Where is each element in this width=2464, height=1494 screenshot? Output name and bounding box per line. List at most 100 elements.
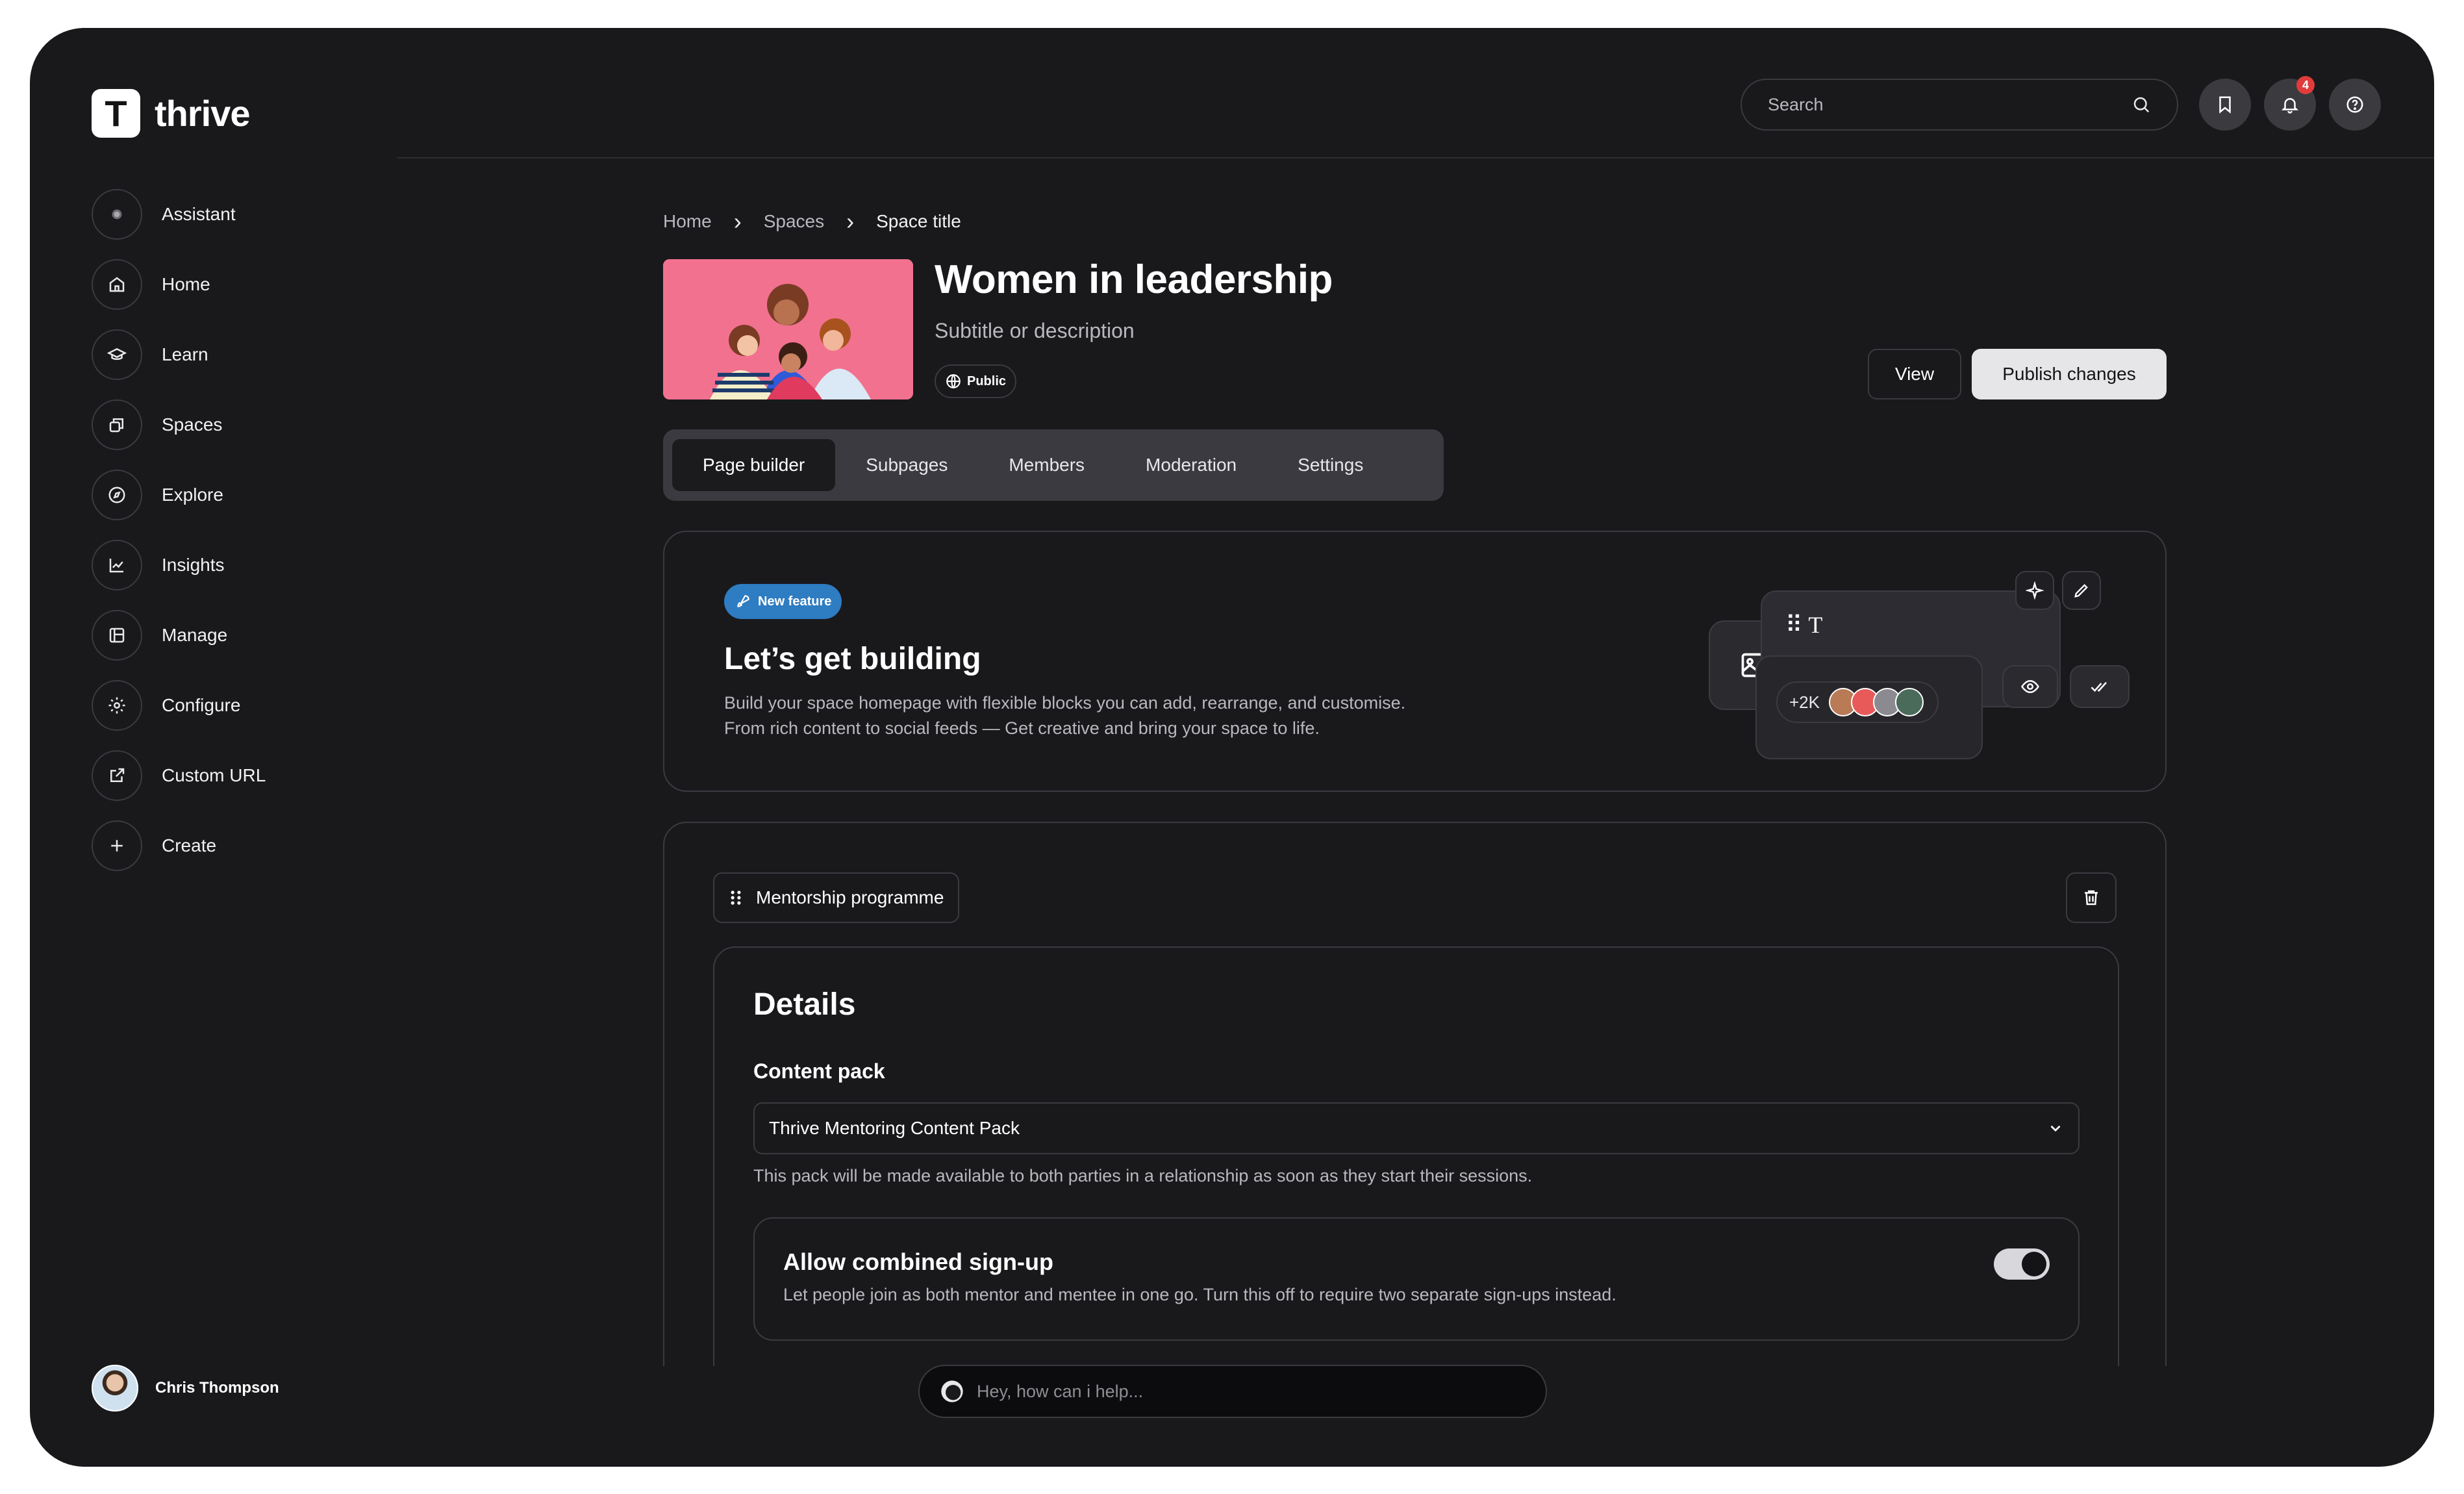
search-input[interactable] (1768, 94, 2106, 115)
trash-icon (2085, 890, 2098, 905)
tab-subpages[interactable]: Subpages (835, 439, 978, 491)
search-bar[interactable] (1741, 79, 2178, 131)
sidebar-item-spaces[interactable]: Spaces (92, 399, 266, 450)
bookmark-button[interactable] (2199, 79, 2251, 131)
combined-signup-toggle[interactable] (1994, 1248, 2050, 1280)
toggle-knob (2022, 1252, 2046, 1276)
app-window: T thrive Assistant Home Learn Spaces Exp… (30, 28, 2434, 1467)
sidebar-item-insights[interactable]: Insights (92, 540, 266, 590)
sidebar-item-label: Home (162, 274, 210, 294)
breadcrumb: Home › Spaces › Space title (663, 210, 961, 233)
women-group-illustration (663, 259, 913, 399)
sidebar-item-label: Custom URL (162, 765, 266, 785)
sidebar-item-label: Spaces (162, 414, 223, 435)
feature-announcement-card: New feature Let’s get building Build you… (663, 531, 2167, 792)
text-block-glyph: ⠿ T (1785, 612, 1823, 638)
block-name-chip[interactable]: Mentorship programme (713, 872, 960, 923)
sidebar-item-label: Learn (162, 344, 208, 364)
avatar (92, 1365, 138, 1412)
content-pack-help: This pack will be made available to both… (753, 1166, 1533, 1185)
sidebar-nav: Assistant Home Learn Spaces Explore Insi… (92, 189, 266, 891)
visibility-label: Public (967, 374, 1007, 388)
tab-moderation[interactable]: Moderation (1115, 439, 1267, 491)
content-pack-select[interactable]: Thrive Mentoring Content Pack (753, 1102, 2080, 1154)
drag-handle-icon[interactable] (729, 889, 743, 906)
sidebar-item-learn[interactable]: Learn (92, 329, 266, 380)
publish-changes-button[interactable]: Publish changes (1972, 349, 2167, 399)
notifications-button[interactable]: 4 (2264, 76, 2316, 131)
visibility-badge[interactable]: Public (935, 364, 1017, 398)
tab-bar: Page builder Subpages Members Moderation… (663, 429, 1444, 501)
sidebar-item-create[interactable]: Create (92, 820, 266, 871)
combined-signup-title: Allow combined sign-up (783, 1248, 1053, 1275)
assistant-orb-icon (92, 189, 142, 240)
globe-icon (946, 374, 961, 388)
details-heading: Details (753, 987, 856, 1022)
sidebar-item-explore[interactable]: Explore (92, 470, 266, 520)
content-pack-value: Thrive Mentoring Content Pack (769, 1118, 1020, 1138)
blocks-illustration: ⠿ T +2K (1691, 571, 2132, 759)
sidebar-item-label: Assistant (162, 204, 236, 224)
bookmark-icon (2219, 96, 2231, 114)
sidebar-item-configure[interactable]: Configure (92, 680, 266, 731)
sparkle-chip (2015, 571, 2054, 610)
approve-chip (2070, 665, 2130, 708)
user-profile[interactable]: Chris Thompson (92, 1365, 279, 1412)
manage-icon (92, 610, 142, 661)
plus-icon (92, 820, 142, 871)
logo[interactable]: T thrive (92, 89, 250, 138)
member-count-pill: +2K (1776, 681, 1939, 723)
assistant-orb-icon (941, 1380, 963, 1402)
spaces-icon (92, 399, 142, 450)
notification-badge: 4 (2296, 76, 2315, 94)
tab-settings[interactable]: Settings (1267, 439, 1394, 491)
page-title: Women in leadership (935, 257, 1333, 302)
graduation-cap-icon (92, 329, 142, 380)
search-icon[interactable] (2131, 95, 2151, 114)
line-chart-icon (92, 540, 142, 590)
compass-icon (92, 470, 142, 520)
sidebar-item-label: Insights (162, 555, 225, 575)
sidebar-item-custom-url[interactable]: Custom URL (92, 750, 266, 801)
external-link-icon (92, 750, 142, 801)
sidebar-item-label: Configure (162, 695, 241, 715)
pencil-icon (2074, 584, 2088, 598)
help-icon (2346, 96, 2363, 113)
sidebar-item-label: Manage (162, 625, 228, 645)
breadcrumb-spaces[interactable]: Spaces (764, 211, 824, 232)
rocket-icon (737, 595, 749, 607)
sidebar-item-manage[interactable]: Manage (92, 610, 266, 661)
sparkle-icon (2026, 581, 2044, 600)
chevron-right-icon: › (733, 208, 742, 234)
eye-icon (2021, 679, 2039, 694)
feature-title: Let’s get building (724, 642, 981, 676)
bell-icon (2281, 98, 2299, 114)
help-button[interactable] (2329, 79, 2381, 131)
logo-text: thrive (155, 93, 250, 134)
feature-description: Build your space homepage with flexible … (724, 690, 1405, 741)
view-button[interactable]: View (1868, 349, 1961, 399)
assistant-input[interactable] (977, 1381, 1509, 1402)
sidebar-item-home[interactable]: Home (92, 259, 266, 310)
logo-mark: T (92, 89, 140, 138)
page-subtitle: Subtitle or description (935, 319, 1135, 342)
breadcrumb-home[interactable]: Home (663, 211, 712, 232)
user-name: Chris Thompson (155, 1379, 279, 1397)
double-check-icon (2091, 681, 2107, 692)
gear-icon (92, 680, 142, 731)
chevron-down-icon (2050, 1125, 2061, 1132)
tab-members[interactable]: Members (978, 439, 1115, 491)
member-avatar (1895, 688, 1924, 716)
new-feature-badge: New feature (724, 584, 842, 619)
combined-signup-description: Let people join as both mentor and mente… (783, 1285, 1616, 1304)
breadcrumb-current: Space title (876, 211, 961, 231)
header-divider (397, 157, 2434, 158)
sidebar-item-label: Create (162, 835, 217, 855)
assistant-prompt-bar[interactable] (918, 1365, 1547, 1418)
member-count: +2K (1789, 692, 1820, 712)
sidebar-item-assistant[interactable]: Assistant (92, 189, 266, 240)
delete-block-button[interactable] (2066, 872, 2117, 923)
space-cover-image[interactable] (663, 259, 913, 399)
sidebar-item-label: Explore (162, 485, 223, 505)
tab-page-builder[interactable]: Page builder (672, 439, 836, 491)
